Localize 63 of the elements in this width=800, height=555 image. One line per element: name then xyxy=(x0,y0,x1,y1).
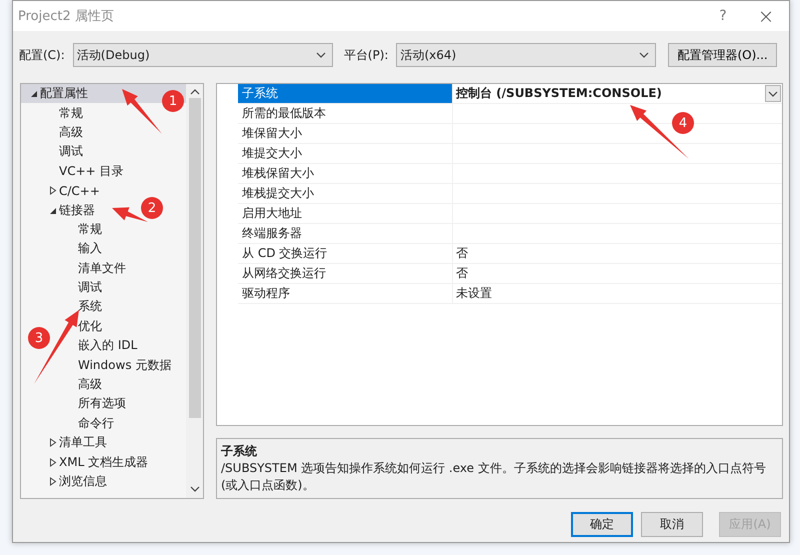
property-value: 否 xyxy=(456,265,468,282)
tree-item[interactable]: 高级 xyxy=(59,124,83,141)
tree-item[interactable]: 命令行 xyxy=(78,414,114,432)
window-title: Project2 属性页 xyxy=(18,8,115,25)
tree-item[interactable]: XML 文档生成器 xyxy=(59,454,148,471)
collapse-triangle-icon[interactable] xyxy=(48,206,56,215)
property-value: 未设置 xyxy=(456,285,492,302)
scrollbar[interactable] xyxy=(186,84,203,498)
dialog-button[interactable]: 取消 xyxy=(641,512,703,537)
property-name[interactable]: 从网络交换运行 xyxy=(238,264,453,283)
expand-triangle-icon[interactable] xyxy=(48,438,56,448)
configuration-label: 配置(C): xyxy=(19,46,65,64)
close-button[interactable]: × xyxy=(743,4,789,28)
chevron-down-icon xyxy=(316,52,326,58)
tree-item[interactable]: 优化 xyxy=(78,318,102,335)
chevron-down-icon xyxy=(190,486,200,492)
property-name[interactable]: 子系统 xyxy=(238,84,453,103)
annotation-arrow xyxy=(112,207,148,222)
tree-item[interactable]: 浏览信息 xyxy=(59,473,107,490)
configuration-dropdown[interactable]: 活动(Debug) xyxy=(72,43,333,67)
dropdown-button[interactable] xyxy=(765,85,781,102)
description-title: 子系统 xyxy=(221,443,258,460)
description-text: /SUBSYSTEM 选项告知操作系统如何运行 .exe 文件。子系统的选择会影响链接器将选择的入口点符号(或入口点函数)。 xyxy=(221,460,767,494)
tree-item[interactable]: Windows 元数据 xyxy=(78,356,172,374)
property-name[interactable]: 启用大地址 xyxy=(238,204,453,223)
tree-item[interactable]: 调试 xyxy=(78,279,102,296)
tree-item[interactable]: 链接器 xyxy=(59,202,95,219)
platform-dropdown[interactable]: 活动(x64) xyxy=(396,43,656,67)
help-button[interactable]: ? xyxy=(703,8,743,24)
tree-item[interactable]: 系统 xyxy=(78,298,102,316)
tree-item[interactable]: 清单工具 xyxy=(59,434,107,452)
property-value: 否 xyxy=(456,245,468,262)
tree-item[interactable]: VC++ 目录 xyxy=(59,162,124,180)
expand-triangle-icon[interactable] xyxy=(48,477,56,486)
tree-item[interactable]: 输入 xyxy=(78,240,102,258)
tree-item[interactable]: 嵌入的 IDL xyxy=(78,337,138,354)
tree-item[interactable]: 常规 xyxy=(78,220,102,238)
property-name[interactable]: 堆栈提交大小 xyxy=(238,184,453,203)
property-value: 控制台 (/SUBSYSTEM:CONSOLE) xyxy=(456,85,662,102)
chevron-up-icon xyxy=(190,89,200,95)
property-name[interactable]: 终端服务器 xyxy=(238,224,453,243)
tree-item[interactable]: 所有选项 xyxy=(78,395,126,412)
chevron-down-icon xyxy=(639,52,650,58)
tree-item[interactable]: C/C++ xyxy=(59,184,100,198)
property-name[interactable]: 驱动程序 xyxy=(238,284,453,303)
annotation-arrow xyxy=(122,89,162,134)
property-name[interactable]: 堆提交大小 xyxy=(238,144,453,163)
property-name[interactable]: 堆栈保留大小 xyxy=(238,164,453,183)
collapse-triangle-icon[interactable] xyxy=(30,89,38,98)
annotation-arrow xyxy=(630,105,689,159)
platform-label: 平台(P): xyxy=(344,46,388,64)
property-name[interactable]: 所需的最低版本 xyxy=(238,104,453,123)
tree-item[interactable]: 常规 xyxy=(59,104,83,122)
chevron-down-icon xyxy=(768,90,778,96)
property-name[interactable]: 从 CD 交换运行 xyxy=(238,244,453,263)
tree-item[interactable]: 清单文件 xyxy=(78,260,126,277)
configuration-manager-button[interactable]: 配置管理器(O)... xyxy=(668,43,777,67)
expand-triangle-icon[interactable] xyxy=(48,458,56,467)
expand-triangle-icon[interactable] xyxy=(48,186,56,196)
tree-item[interactable]: 调试 xyxy=(59,143,83,160)
tree-item[interactable]: 高级 xyxy=(78,376,102,394)
property-name[interactable]: 堆保留大小 xyxy=(238,124,453,143)
dialog-button[interactable]: 确定 xyxy=(571,512,633,537)
